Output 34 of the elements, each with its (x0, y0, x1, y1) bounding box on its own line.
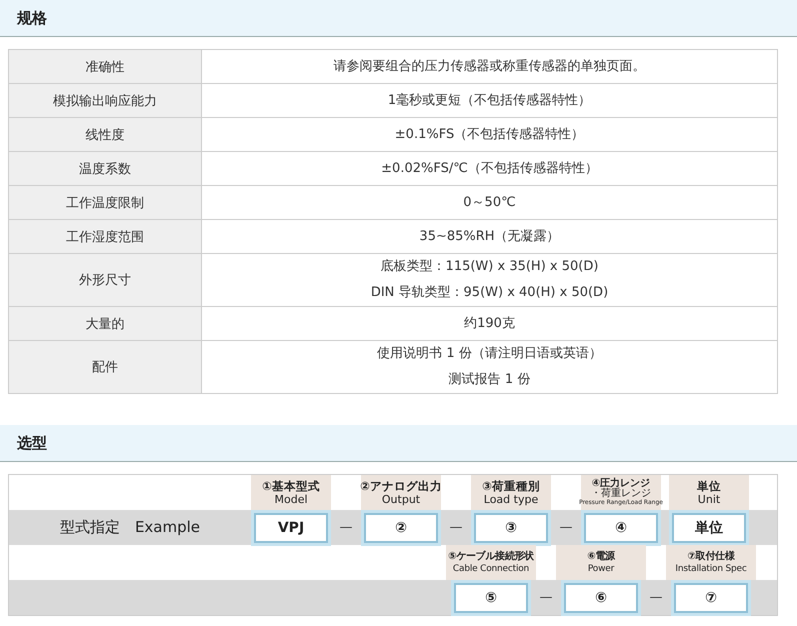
dash: — (340, 520, 352, 535)
dash: — (560, 520, 572, 535)
spec-value-cell: 约190克 (202, 306, 778, 340)
spec-label-cell: 配件 (8, 340, 202, 394)
spec-label-cell: 工作湿度范围 (8, 220, 202, 254)
slot-header: ①基本型式 Model (251, 475, 331, 510)
spec-value-cell: ±0.1%FS（不包括传感器特性） (202, 118, 778, 152)
slot-header: 単位 Unit (669, 475, 749, 510)
slot-header: ⑤ケーブル接続形状 Cable Connection (446, 545, 536, 580)
slot-header: ⑥電源 Power (556, 545, 646, 580)
dash: — (450, 520, 462, 535)
spec-label-cell: 外形尺寸 (8, 254, 202, 306)
spec-label-cell: 准确性 (8, 50, 202, 84)
spec-label-cell: 线性度 (8, 118, 202, 152)
spec-value-cell: 35~85%RH（无凝露） (202, 220, 778, 254)
spec-value-cell: 1毫秒或更短（不包括传感器特性） (202, 84, 778, 118)
slot-header: ②アナログ出力 Output (361, 475, 441, 510)
dash: — (650, 590, 662, 605)
slot-header: ③荷重種別 Load type (471, 475, 551, 510)
spec-label-cell: 温度系数 (8, 152, 202, 186)
spec-label-cell: 大量的 (8, 306, 202, 340)
spec-value-cell: 0～50℃ (202, 186, 778, 220)
spec-value-cell: 使用说明书 1 份（请注明日语或英语） 测试报告 1 份 (202, 340, 778, 394)
section-title: 规格 (17, 8, 47, 28)
spec-value-cell: 底板类型：115(W) x 35(H) x 50(D) DIN 导轨类型：95(W) x 40(H) x 50(D) (202, 254, 778, 306)
section-title: 选型 (17, 434, 47, 452)
spec-label-cell: 模拟输出响应能力 (8, 84, 202, 118)
slot-header: ⑦取付仕様 Installation Spec (666, 545, 756, 580)
code-box: 単位 (672, 512, 746, 542)
example-label: 型式指定 Example (60, 518, 200, 537)
spec-value-cell: ±0.02%FS/℃（不包括传感器特性） (202, 152, 778, 186)
spec-label-cell: 工作温度限制 (8, 186, 202, 220)
dash: — (540, 590, 552, 605)
spec-value-cell: 请参阅要组合的压力传感器或称重传感器的单独页面。 (202, 50, 778, 84)
